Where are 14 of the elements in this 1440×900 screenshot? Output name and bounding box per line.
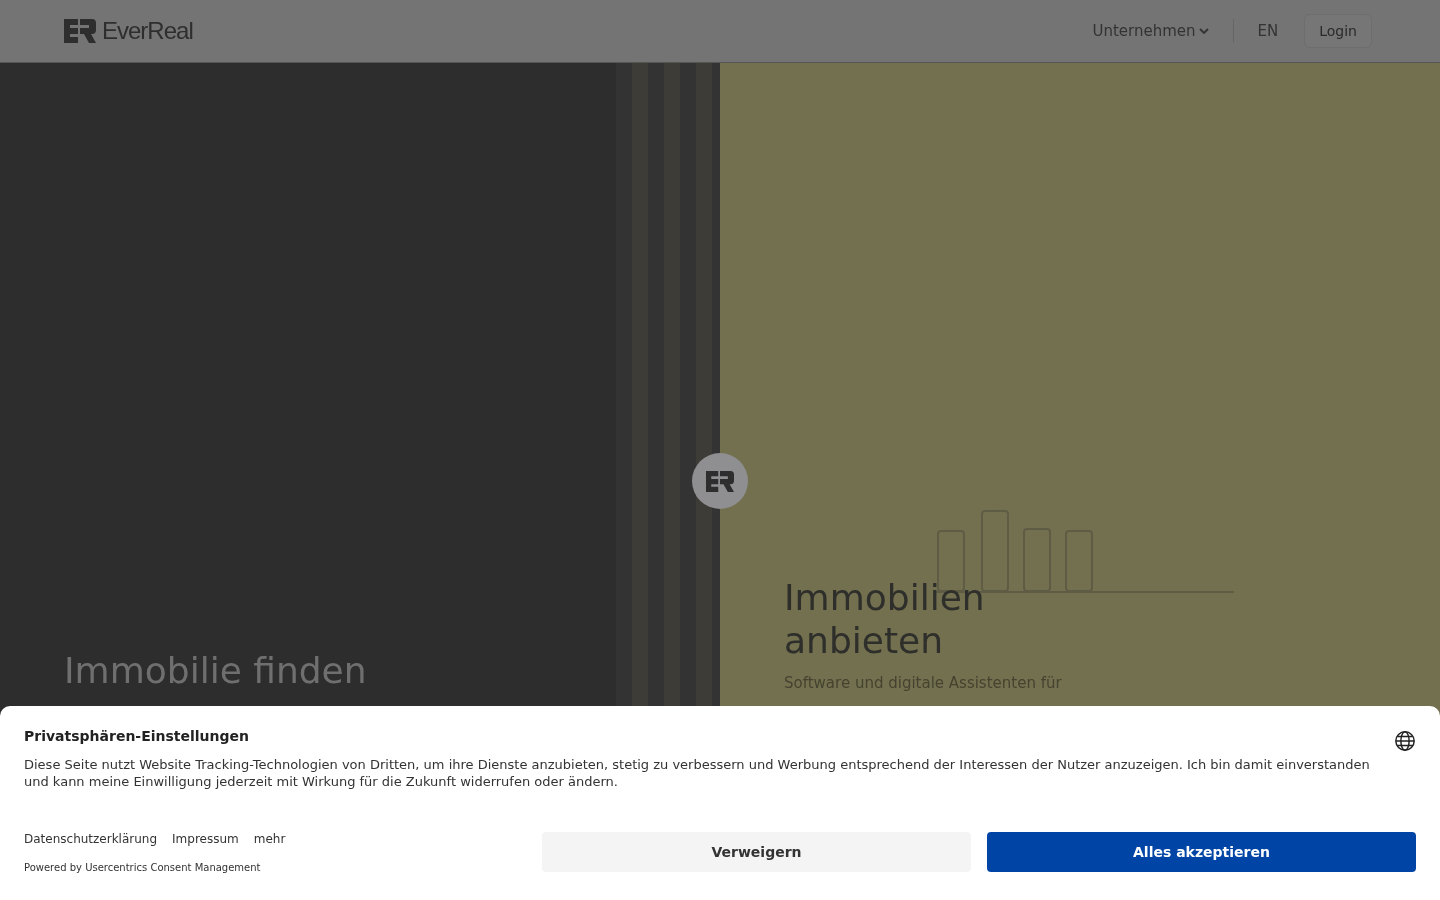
globe-icon[interactable] <box>1394 730 1416 752</box>
deny-button[interactable]: Verweigern <box>542 832 971 872</box>
powered-by-text: Powered by Usercentrics Consent Management <box>24 862 262 873</box>
consent-link[interactable]: mehr <box>253 832 286 846</box>
consent-title: Privatsphären-Einstellungen <box>24 728 250 744</box>
consent-text: Diese Seite nutzt Website Tracking-Technologien von Dritten, um ihre Dienste anzubieten, stetig zu verbessern und Werbung entsprechend der Interessen der Nutzer anzuzeigen. Ich bin damit einverstanden und kann meine Einwilligung jederzeit mit Wirkung für die Zukunft widerrufen oder ändern. <box>24 756 1371 790</box>
logo-icon <box>64 19 96 43</box>
panel-title: Immobilie finden <box>64 649 368 692</box>
accept-button[interactable]: Alles akzeptieren <box>987 832 1416 872</box>
consent-link[interactable]: Datenschutzerklärung <box>24 832 158 846</box>
logo-icon <box>706 470 734 492</box>
panel-title: Immobilien anbieten <box>784 576 986 662</box>
consent-link[interactable]: Impressum <box>172 832 239 846</box>
chevron-icon <box>1198 28 1209 34</box>
